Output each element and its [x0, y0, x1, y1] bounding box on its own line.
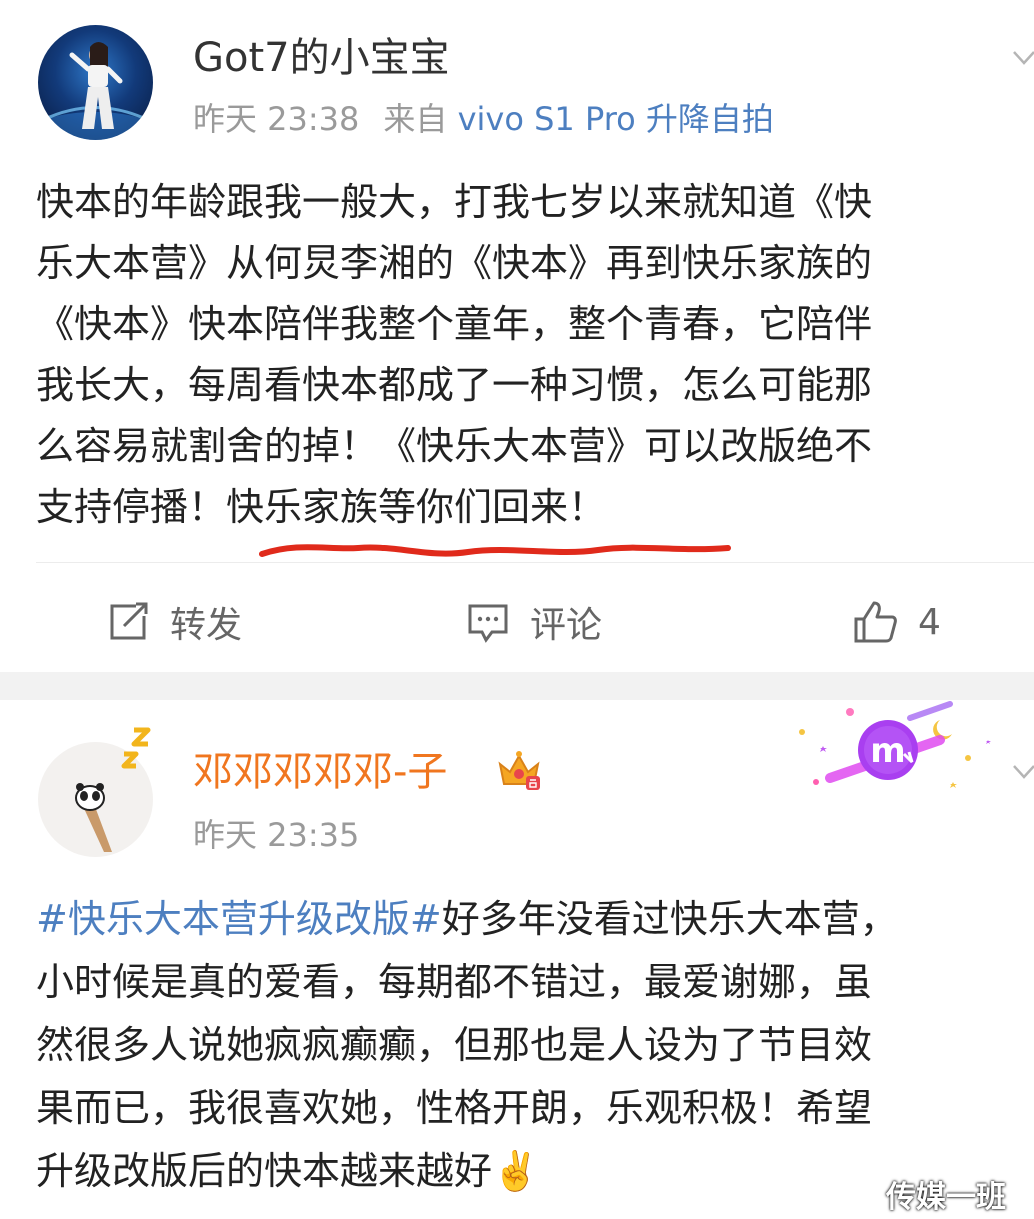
- post-time: 昨天 23:35: [193, 816, 360, 854]
- crown-badge-icon[interactable]: [496, 748, 542, 792]
- post-body: #快乐大本营升级改版#好多年没看过快乐大本营， 小时候是真的爱看，每期都不错过，…: [36, 888, 1026, 1203]
- repost-button[interactable]: 转发: [106, 592, 242, 652]
- chevron-down-icon[interactable]: [1012, 760, 1034, 784]
- repost-label: 转发: [170, 605, 243, 646]
- like-count: 4: [918, 601, 941, 643]
- comment-label: 评论: [530, 605, 603, 646]
- comment-icon: [468, 604, 508, 643]
- svg-text:m: m: [870, 731, 905, 771]
- body-line: 乐大本营》从何炅李湘的《快本》再到快乐家族的: [36, 241, 873, 285]
- divider: [36, 562, 1034, 563]
- red-underline-annotation: [259, 544, 731, 557]
- post-body: 快本的年龄跟我一般大，打我七岁以来就知道《快 乐大本营》从何炅李湘的《快本》再到…: [36, 172, 1026, 538]
- body-line: 升级改版后的快本越来越好✌️: [36, 1149, 540, 1193]
- repost-icon: [110, 602, 148, 640]
- thumbs-up-icon: [854, 601, 897, 643]
- source-prefix: 来自: [383, 100, 448, 138]
- username[interactable]: 邓邓邓邓邓-子: [193, 748, 447, 796]
- device-source[interactable]: vivo S1 Pro 升降自拍: [458, 100, 774, 138]
- body-line: 么容易就割舍的掉！《快乐大本营》可以改版绝不: [36, 424, 873, 468]
- body-line: 支持停播！快乐家族等你们回来！: [36, 485, 607, 529]
- user-avatar[interactable]: [38, 25, 153, 140]
- body-line-rest: 好多年没看过快乐大本营，: [441, 897, 898, 941]
- body-line: 然很多人说她疯疯癫癫，但那也是人设为了节目效: [36, 1023, 873, 1067]
- scorpio-zodiac-card: m: [799, 701, 991, 788]
- post-meta: 昨天 23:38 来自 vivo S1 Pro 升降自拍: [193, 99, 774, 139]
- hashtag-link[interactable]: #快乐大本营升级改版#: [36, 897, 442, 941]
- action-bar: 转发 评论 4: [0, 592, 1034, 652]
- body-line: 《快本》快本陪伴我整个童年，整个青春，它陪伴: [36, 302, 873, 346]
- body-line: 我长大，每周看快本都成了一种习惯，怎么可能那: [36, 363, 873, 407]
- chevron-down-icon[interactable]: [1012, 46, 1034, 70]
- body-line: #快乐大本营升级改版#好多年没看过快乐大本营，: [36, 888, 1026, 951]
- like-button[interactable]: 4: [852, 592, 941, 652]
- weibo-post: Got7的小宝宝 昨天 23:38 来自 vivo S1 Pro 升降自拍 快本的…: [0, 0, 1034, 672]
- post-separator: [0, 672, 1034, 700]
- body-line: 小时候是真的爱看，每期都不错过，最爱谢娜，虽: [36, 960, 873, 1004]
- body-line: 快本的年龄跟我一般大，打我七岁以来就知道《快: [36, 180, 873, 224]
- username[interactable]: Got7的小宝宝: [193, 34, 450, 82]
- comment-button[interactable]: 评论: [466, 592, 602, 652]
- watermark: 传媒一班: [886, 1180, 1006, 1215]
- sleep-zz-icon: [121, 727, 151, 769]
- body-line: 果而已，我很喜欢她，性格开朗，乐观积极！希望: [36, 1086, 873, 1130]
- post-time: 昨天 23:38: [193, 100, 360, 138]
